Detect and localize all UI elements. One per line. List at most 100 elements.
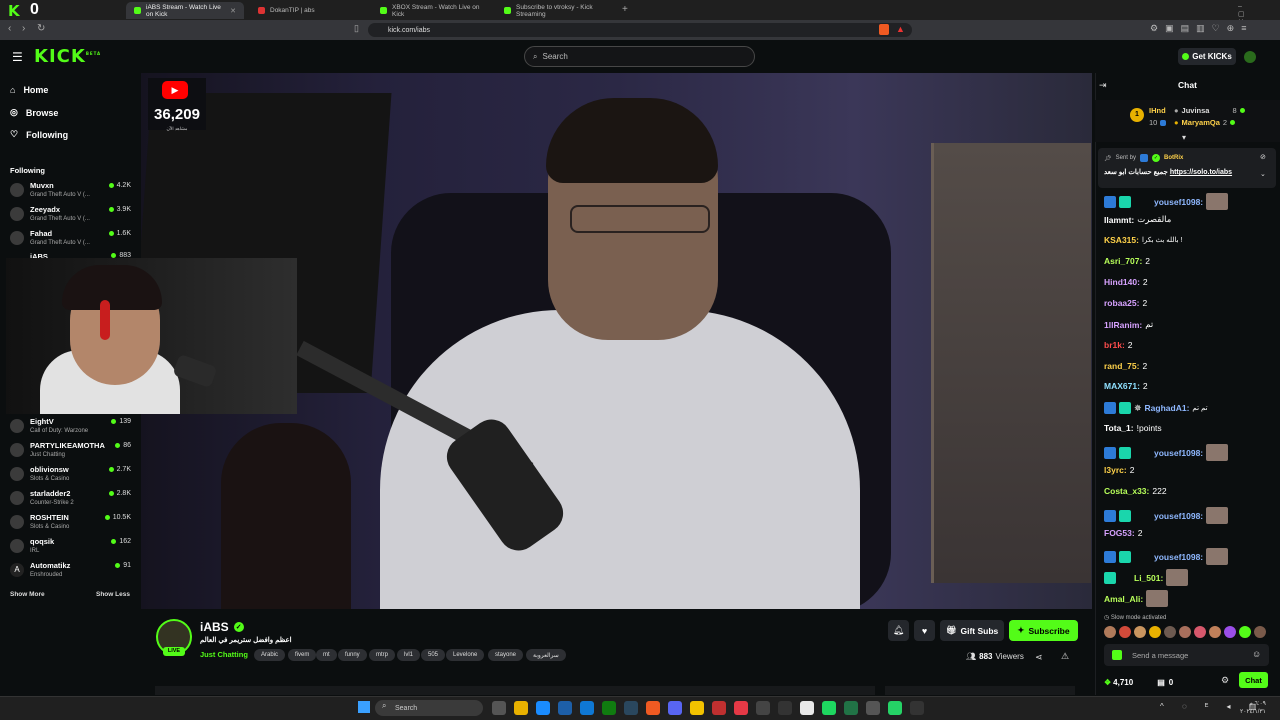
tag-arabic[interactable]: Arabic	[254, 649, 286, 661]
sidebar-item-home[interactable]: ⌂ Home	[10, 85, 48, 95]
taskbar-app-icon[interactable]	[910, 701, 924, 715]
reload-icon[interactable]: ↻	[37, 23, 45, 34]
tab-iabs[interactable]: iABS Stream - Watch Live on Kick ✕	[126, 2, 244, 19]
subscribe-button[interactable]: ✦ Subscribe	[1009, 620, 1078, 641]
search-input[interactable]: ⌕ Search	[524, 46, 755, 67]
toolbar-extension-icons[interactable]: ⚙▣▤▥♡⊕≡	[1150, 23, 1253, 34]
file-explorer-icon[interactable]	[514, 701, 528, 715]
taskbar-search[interactable]: Search	[375, 700, 483, 716]
unpin-icon[interactable]: ⊘	[1260, 153, 1266, 161]
back-icon[interactable]: ‹	[8, 23, 11, 34]
send-chat-button[interactable]: Chat	[1239, 672, 1268, 688]
address-bar[interactable]: kick.com/iabs	[368, 23, 912, 37]
brave-shield-icon[interactable]	[879, 24, 889, 35]
tab-xbox[interactable]: XBOX Stream - Watch Live on Kick	[372, 2, 494, 19]
show-more-button[interactable]: Show More	[10, 591, 45, 598]
taskbar-app-icon[interactable]	[690, 701, 704, 715]
brave-icon[interactable]	[646, 701, 660, 715]
taskbar-app-icon[interactable]	[712, 701, 726, 715]
spotify-icon[interactable]	[822, 701, 836, 715]
tag-stayone[interactable]: stayone	[488, 649, 524, 661]
kick-logo[interactable]: KICKBETA	[34, 46, 101, 67]
chat-message[interactable]: yousef1098:	[1104, 193, 1229, 210]
emote-bar[interactable]	[1104, 626, 1272, 638]
leaderboard-entry-3[interactable]: ● MaryamQa 2	[1174, 118, 1236, 127]
task-view-icon[interactable]	[492, 701, 506, 715]
emoji-picker-icon[interactable]: ☺	[1252, 649, 1261, 659]
excel-icon[interactable]	[844, 701, 858, 715]
taskbar-app-icon[interactable]	[734, 701, 748, 715]
leaderboard-entry-1[interactable]: IHnd	[1149, 106, 1166, 115]
chat-message[interactable]: yousef1098:	[1104, 444, 1229, 461]
user-avatar[interactable]	[1244, 51, 1256, 63]
chat-message[interactable]: br1k: 2	[1104, 340, 1133, 350]
menu-icon[interactable]: ☰	[12, 50, 23, 64]
share-icon[interactable]: ⋖	[1035, 652, 1043, 663]
windows-start-icon[interactable]	[358, 701, 370, 713]
steam-icon[interactable]	[624, 701, 638, 715]
sidebar-channel-zeeyadx[interactable]: Zeeyadx Grand Theft Auto V (... 3.9K	[10, 204, 134, 228]
chat-message[interactable]: Li_501:	[1104, 569, 1189, 586]
sidebar-channel-muvxn[interactable]: Muvxn Grand Theft Auto V (... 4.2K	[10, 180, 134, 204]
sidebar-channel-qoqsik[interactable]: qoqsik IRL 162	[10, 536, 134, 560]
chat-message[interactable]: Costa_x33: 222	[1104, 486, 1167, 496]
taskbar-app-icon[interactable]	[756, 701, 770, 715]
chat-message[interactable]: Amal_Ali:	[1104, 590, 1169, 607]
tag-funny[interactable]: funny	[338, 649, 367, 661]
expand-pinned-icon[interactable]: ⌄	[1260, 170, 1266, 178]
whatsapp-icon[interactable]	[888, 701, 902, 715]
tag-mtrp[interactable]: mtrp	[369, 649, 395, 661]
pinned-message-link[interactable]: https://solo.to/iabs	[1170, 169, 1232, 176]
chat-message[interactable]: 1llRanim: تم	[1104, 319, 1153, 330]
chat-message[interactable]: KSA315: بالله بث بكرا !	[1104, 235, 1182, 245]
sidebar-item-following[interactable]: ♡ Following	[10, 129, 68, 140]
chat-settings-icon[interactable]: ⚙	[1221, 675, 1229, 686]
chat-message[interactable]: FOG53: 2	[1104, 528, 1142, 538]
report-icon[interactable]: ⚠	[1061, 651, 1069, 662]
streamer-name[interactable]: iABS ✓	[200, 620, 244, 634]
sidebar-channel-starladder2[interactable]: starladder2 Counter-Strike 2 2.8K	[10, 488, 134, 512]
chat-message[interactable]: yousef1098:	[1104, 548, 1229, 565]
discord-icon[interactable]	[668, 701, 682, 715]
chat-message[interactable]: rand_75: 2	[1104, 361, 1147, 371]
taskbar-app-icon[interactable]	[778, 701, 792, 715]
close-tab-icon[interactable]: ✕	[230, 7, 236, 15]
sidebar-item-browse[interactable]: ◎ Browse	[10, 107, 58, 118]
gift-subs-button[interactable]: 🎁︎ Gift Subs	[940, 620, 1004, 641]
chat-message[interactable]: MAX671: 2	[1104, 381, 1148, 391]
taskbar-app-icon[interactable]	[558, 701, 572, 715]
chat-message[interactable]: Ilammt: مالقصرت	[1104, 214, 1171, 225]
stream-category-link[interactable]: Just Chatting	[200, 650, 248, 659]
tag-fivem[interactable]: fivem	[288, 649, 317, 661]
obs-icon[interactable]	[800, 701, 814, 715]
sidebar-channel-fahad[interactable]: Fahad Grand Theft Auto V (... 1.6K	[10, 228, 134, 252]
chat-message[interactable]: robaa25: 2	[1104, 298, 1147, 308]
brave-rewards-icon[interactable]: ▲	[896, 24, 905, 34]
chat-message[interactable]: yousef1098:	[1104, 507, 1229, 524]
chat-message[interactable]: ✵ RaghadA1: تم تم	[1104, 402, 1208, 414]
tag-lvl1[interactable]: lvl1	[397, 649, 421, 661]
sidebar-channel-roshtein[interactable]: ROSHTEIN Slots & Casino 10.5K	[10, 512, 134, 536]
sidebar-channel-partylikeamotha[interactable]: PARTYLIKEAMOTHA Just Chatting 86	[10, 440, 134, 464]
tab-vtroksy[interactable]: Subscribe to vtroksy - Kick Streaming	[496, 2, 618, 19]
follow-button[interactable]: ♥	[914, 620, 935, 641]
expand-leaderboard-icon[interactable]: ▾	[1182, 133, 1186, 142]
sidebar-channel-eightv[interactable]: EightV Call of Duty: Warzone 139	[10, 416, 134, 440]
chat-message-input[interactable]: Send a message	[1104, 644, 1269, 666]
tag-505[interactable]: 505	[421, 649, 446, 661]
chat-input-badge-icon[interactable]	[1112, 650, 1122, 660]
leaderboard-entry-2[interactable]: ● Juvinsa 8	[1174, 106, 1245, 115]
notification-bell-button[interactable]: 🔔︎	[888, 620, 909, 641]
chat-message[interactable]: Asri_707: 2	[1104, 256, 1150, 266]
bookmark-icon[interactable]: ▯	[354, 23, 359, 34]
taskbar-clock[interactable]: ٦:٠٩ م ٢٠٢٤/١/٣١	[1240, 700, 1266, 716]
tag-arabic-community[interactable]: سرالعروبة	[526, 649, 566, 661]
media-player-icon[interactable]	[866, 701, 880, 715]
sidebar-channel-oblivionsw[interactable]: oblivionsw Slots & Casino 2.7K	[10, 464, 134, 488]
tag-mt[interactable]: mt	[316, 649, 337, 661]
show-less-button[interactable]: Show Less	[96, 591, 130, 598]
sidebar-channel-automatikz[interactable]: A Automatikz Enshrouded 91	[10, 560, 134, 584]
new-tab-icon[interactable]: +	[622, 4, 628, 15]
store-icon[interactable]	[580, 701, 594, 715]
forward-icon[interactable]: ›	[22, 23, 25, 34]
